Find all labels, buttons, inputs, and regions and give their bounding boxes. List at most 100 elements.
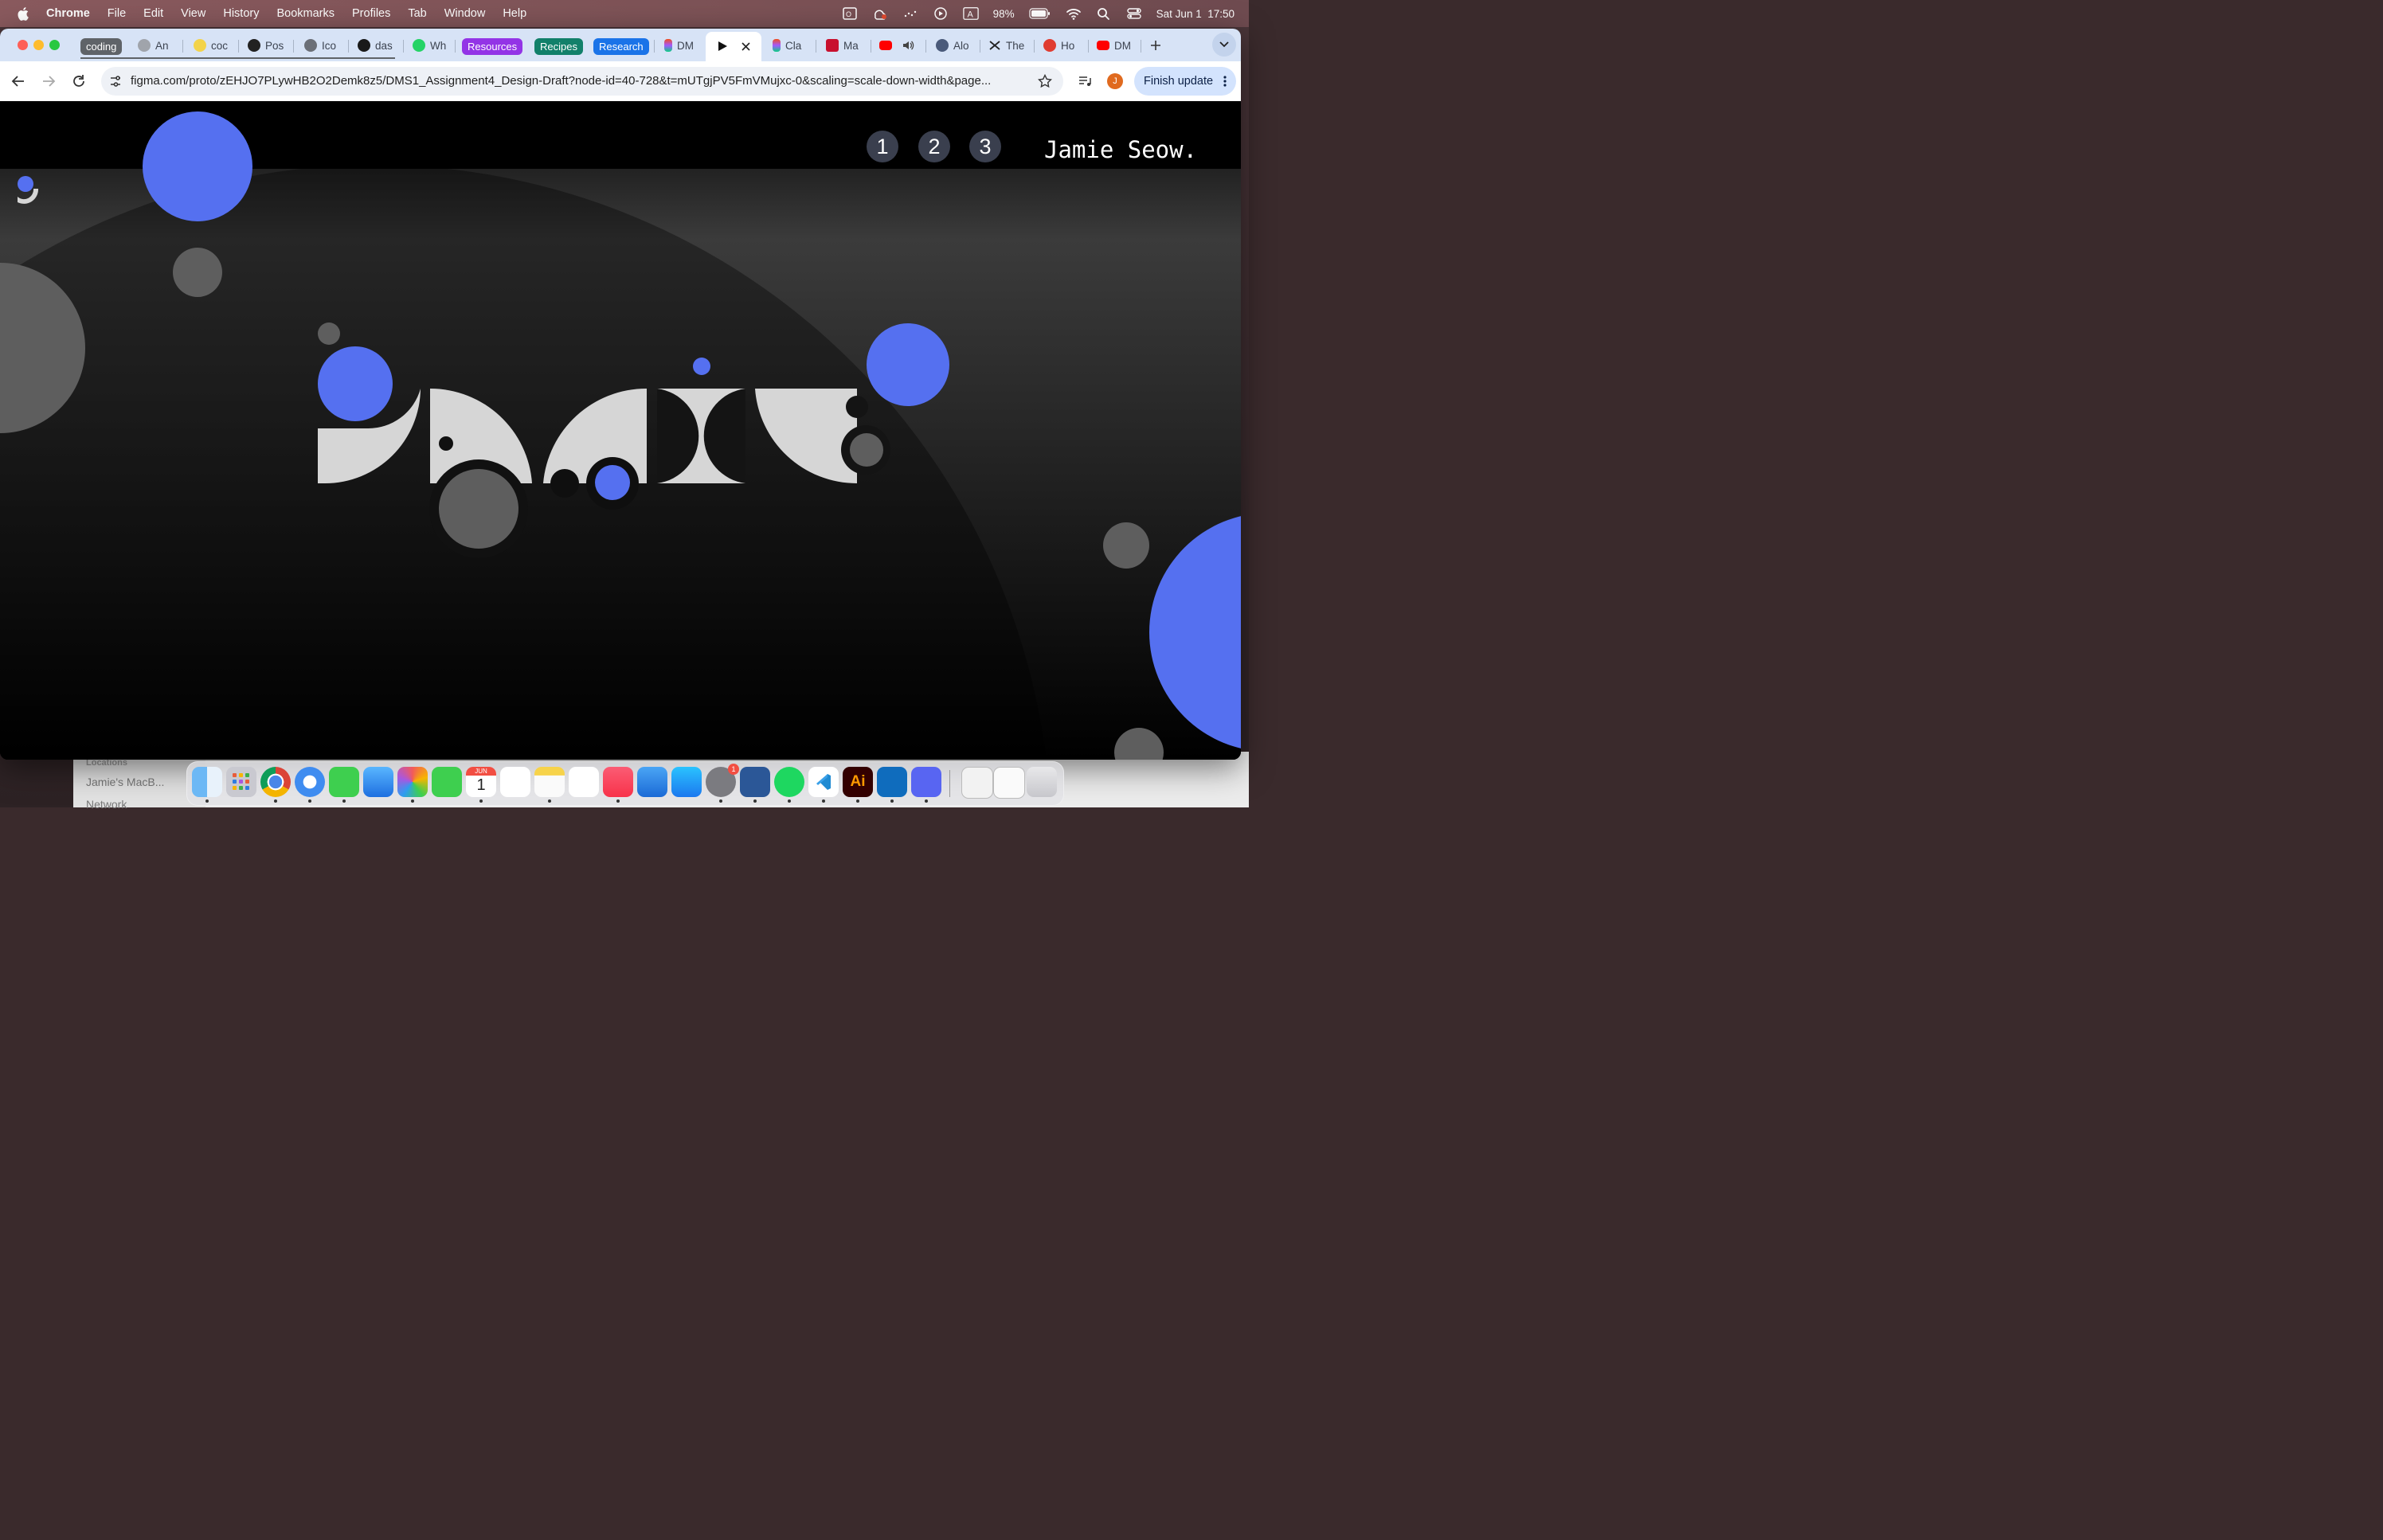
menu-file[interactable]: File bbox=[108, 7, 126, 20]
zoom-window-button[interactable] bbox=[49, 40, 60, 50]
tab-search-button[interactable] bbox=[1212, 33, 1236, 57]
forward-arrow-icon[interactable] bbox=[41, 74, 56, 88]
launchpad-icon[interactable] bbox=[226, 767, 256, 797]
discord-icon[interactable] bbox=[911, 767, 941, 797]
active-tab[interactable] bbox=[706, 32, 761, 61]
tab-group-resources[interactable]: Resources bbox=[462, 36, 523, 57]
tab-cla[interactable]: Cla bbox=[773, 35, 801, 56]
tab-group-coding[interactable]: coding bbox=[80, 36, 123, 57]
safari-icon[interactable] bbox=[295, 767, 325, 797]
close-tab-icon[interactable] bbox=[742, 42, 750, 51]
freeform-icon[interactable] bbox=[569, 767, 599, 797]
creative-cloud-icon[interactable] bbox=[872, 6, 888, 21]
wordmark-j-dot bbox=[318, 346, 393, 421]
address-bar[interactable]: figma.com/proto/zEHJO7PLywHB2O2Demk8z5/D… bbox=[101, 67, 1063, 96]
spotify-icon[interactable] bbox=[774, 767, 804, 797]
tab-coc[interactable]: coc bbox=[194, 35, 228, 56]
mail-icon[interactable] bbox=[363, 767, 393, 797]
tab-das[interactable]: das bbox=[358, 35, 393, 56]
battery-icon[interactable] bbox=[1029, 8, 1051, 19]
site-settings-icon[interactable] bbox=[109, 75, 122, 88]
word-icon[interactable] bbox=[740, 767, 770, 797]
tab-group-label: Resources bbox=[462, 37, 523, 55]
notes-icon[interactable] bbox=[534, 767, 565, 797]
close-window-button[interactable] bbox=[18, 40, 28, 50]
tab-group-underline bbox=[80, 57, 395, 59]
menu-help[interactable]: Help bbox=[503, 7, 526, 20]
menu-app-name[interactable]: Chrome bbox=[46, 7, 90, 20]
figma-icon bbox=[773, 39, 781, 52]
document-stack-icon[interactable] bbox=[961, 767, 993, 799]
menu-view[interactable]: View bbox=[181, 7, 205, 20]
apple-icon[interactable] bbox=[16, 6, 32, 21]
kebab-menu-icon bbox=[1223, 76, 1227, 87]
tab-dm-figma[interactable]: DM bbox=[664, 35, 694, 56]
wordmark-m-notch bbox=[550, 469, 579, 498]
play-icon bbox=[718, 41, 727, 51]
photos-icon[interactable] bbox=[397, 767, 428, 797]
control-center-icon[interactable] bbox=[1126, 6, 1142, 21]
profile-avatar[interactable]: J bbox=[1107, 73, 1123, 89]
illustrator-icon[interactable]: Ai bbox=[843, 767, 873, 797]
reminders-icon[interactable] bbox=[500, 767, 530, 797]
downloads-stack-icon[interactable] bbox=[993, 767, 1025, 799]
tab-label: das bbox=[375, 39, 393, 52]
wordmark-m-dot bbox=[595, 465, 630, 500]
tab-the[interactable]: The bbox=[988, 35, 1024, 56]
menu-edit[interactable]: Edit bbox=[143, 7, 163, 20]
finish-update-button[interactable]: Finish update bbox=[1134, 67, 1236, 96]
system-settings-icon[interactable]: 1 bbox=[706, 764, 739, 797]
tab-group-research[interactable]: Research bbox=[593, 36, 649, 57]
tab-an[interactable]: An bbox=[138, 35, 169, 56]
play-icon[interactable] bbox=[933, 6, 949, 21]
menu-tab[interactable]: Tab bbox=[408, 7, 426, 20]
reload-icon[interactable] bbox=[72, 74, 86, 88]
chrome-icon[interactable] bbox=[260, 767, 291, 797]
outlook-status-icon[interactable]: O bbox=[842, 6, 858, 21]
vscode-icon[interactable] bbox=[808, 767, 839, 797]
tab-youtube-playing[interactable] bbox=[879, 35, 914, 56]
messages-icon[interactable] bbox=[329, 767, 359, 797]
media-controls-icon[interactable] bbox=[1078, 74, 1092, 88]
svg-text:O: O bbox=[846, 10, 851, 18]
tab-label: Ico bbox=[322, 39, 337, 52]
tab-alo[interactable]: Alo bbox=[936, 35, 969, 56]
tab-dm-youtube[interactable]: DM bbox=[1097, 35, 1131, 56]
trash-icon[interactable] bbox=[1027, 767, 1057, 797]
keynote-icon[interactable] bbox=[637, 767, 667, 797]
tab-separator bbox=[925, 40, 926, 53]
back-arrow-icon[interactable] bbox=[11, 74, 25, 88]
menu-clock[interactable]: Sat Jun 1 17:50 bbox=[1156, 8, 1235, 20]
tab-wh[interactable]: Wh bbox=[413, 35, 446, 56]
tab-ma[interactable]: Ma bbox=[826, 35, 859, 56]
spotlight-search-icon[interactable] bbox=[1096, 6, 1112, 21]
input-source-icon[interactable]: A bbox=[962, 6, 979, 21]
grid-icon bbox=[233, 773, 249, 790]
menu-bar: Chrome File Edit View History Bookmarks … bbox=[0, 0, 1249, 27]
tab-ho[interactable]: Ho bbox=[1043, 35, 1074, 56]
url-text[interactable]: figma.com/proto/zEHJO7PLywHB2O2Demk8z5/D… bbox=[131, 74, 1031, 88]
tab-favicon-icon bbox=[826, 39, 839, 52]
menu-window[interactable]: Window bbox=[444, 7, 486, 20]
wifi-icon[interactable] bbox=[1066, 6, 1082, 21]
menu-bookmarks[interactable]: Bookmarks bbox=[276, 7, 335, 20]
logo-dot[interactable] bbox=[18, 176, 33, 192]
tab-pos[interactable]: Pos bbox=[248, 35, 284, 56]
minimize-window-button[interactable] bbox=[33, 40, 44, 50]
activity-icon[interactable] bbox=[902, 6, 918, 21]
bookmark-star-icon[interactable] bbox=[1038, 74, 1052, 88]
facetime-icon[interactable] bbox=[432, 767, 462, 797]
music-icon[interactable] bbox=[603, 767, 633, 797]
tab-group-recipes[interactable]: Recipes bbox=[534, 36, 583, 57]
tab-ico[interactable]: Ico bbox=[304, 35, 336, 56]
finder-icon[interactable] bbox=[192, 767, 222, 797]
menu-history[interactable]: History bbox=[223, 7, 259, 20]
app-store-icon[interactable] bbox=[671, 767, 702, 797]
finder-mac-item[interactable]: Jamie's MacB... bbox=[86, 776, 164, 788]
speaker-icon[interactable] bbox=[902, 39, 914, 52]
new-tab-icon[interactable] bbox=[1149, 39, 1162, 52]
finder-network-item[interactable]: Network bbox=[86, 798, 127, 811]
menu-profiles[interactable]: Profiles bbox=[352, 7, 390, 20]
calendar-icon[interactable]: JUN 1 bbox=[466, 767, 496, 797]
outlook-icon[interactable] bbox=[877, 767, 907, 797]
